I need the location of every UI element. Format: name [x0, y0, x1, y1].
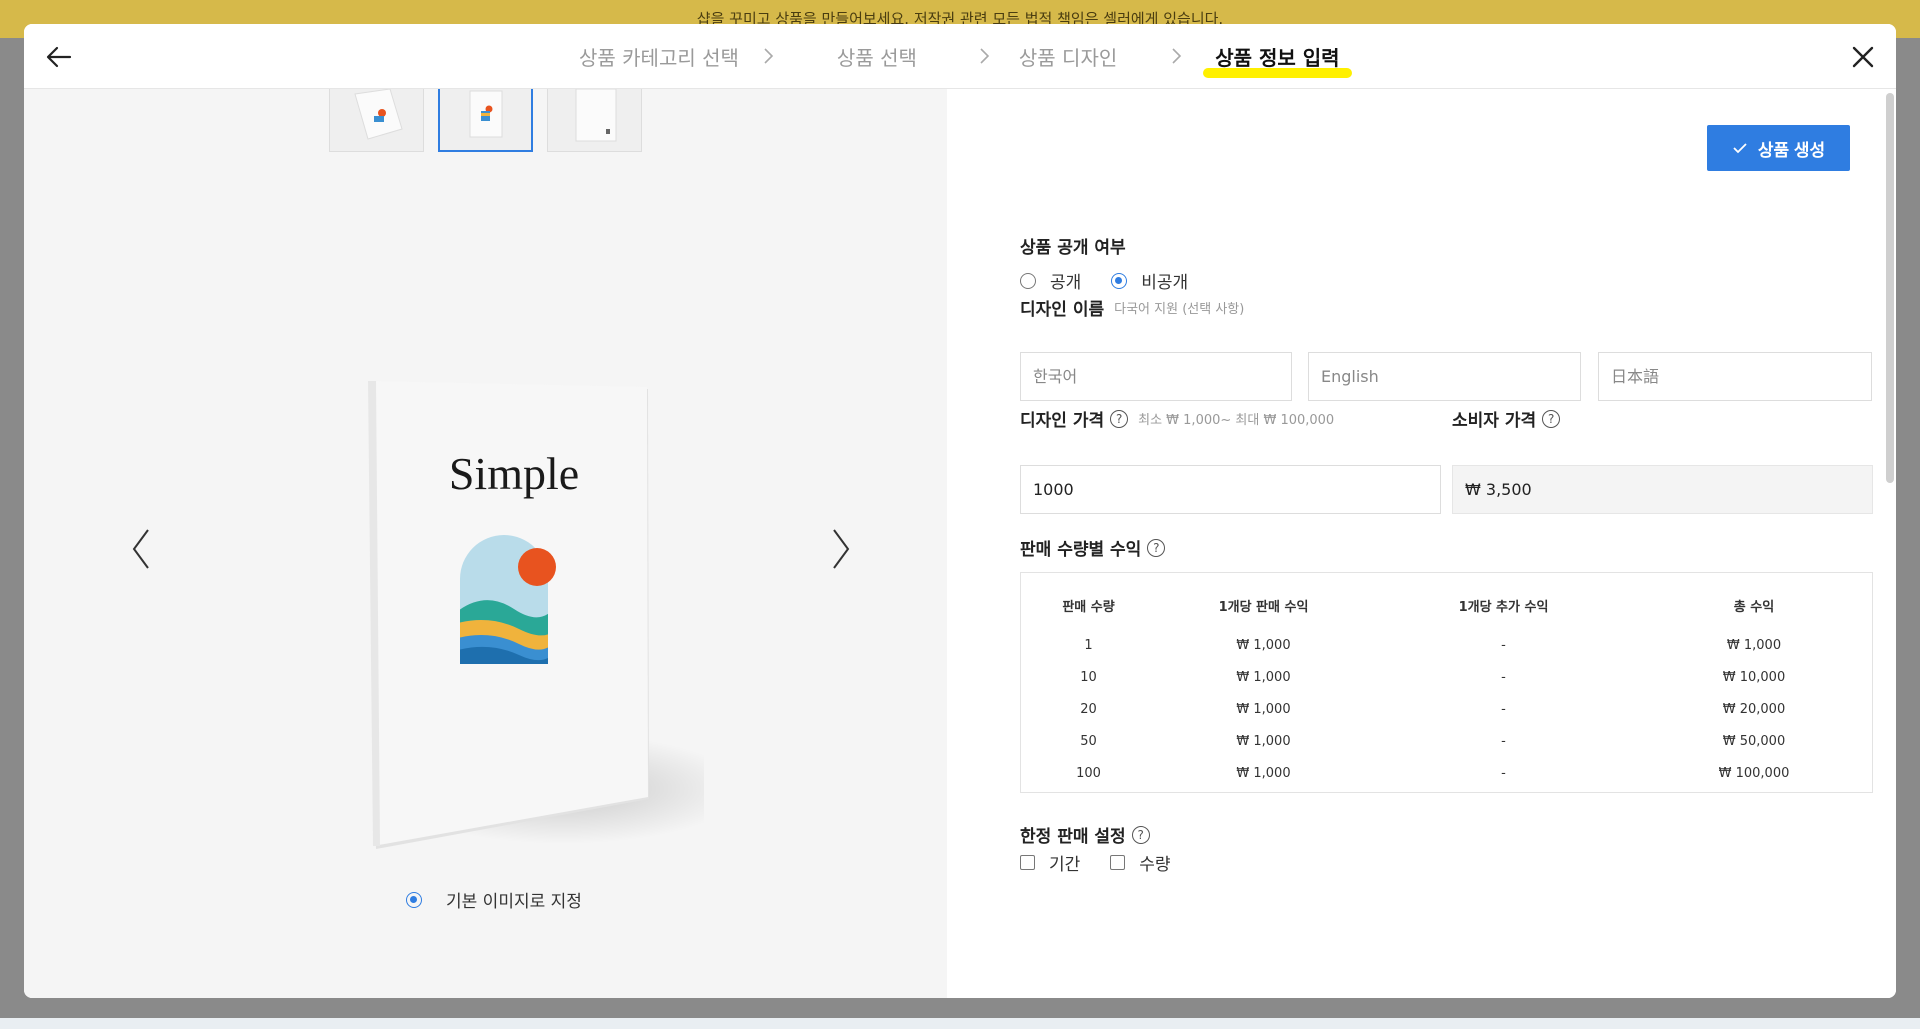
table-cell: -	[1501, 765, 1506, 781]
revenue-label: 판매 수량별 수익 ?	[1020, 535, 1166, 560]
create-product-button[interactable]: 상품 생성	[1707, 125, 1850, 171]
close-button[interactable]	[1848, 42, 1878, 72]
chevron-left-icon	[132, 529, 149, 569]
chevron-right-icon	[833, 529, 850, 569]
step-info-active: 상품 정보 입력	[1203, 42, 1352, 78]
help-icon[interactable]: ?	[1147, 538, 1166, 557]
design-name-hint: 다국어 지원 (선택 사항)	[1114, 302, 1245, 317]
table-cell: ₩ 10,000	[1722, 669, 1786, 685]
limited-period-checkbox[interactable]	[1020, 855, 1035, 870]
table-row: 10 ₩ 1,000 - ₩ 10,000	[1021, 661, 1872, 693]
table-cell: -	[1501, 669, 1506, 685]
help-icon[interactable]: ?	[1542, 409, 1561, 428]
visibility-private-radio[interactable]	[1111, 272, 1128, 289]
table-cell: 100	[1076, 765, 1101, 781]
table-cell: 50	[1080, 733, 1097, 749]
table-cell: 20	[1080, 701, 1097, 717]
table-cell: ₩ 1,000	[1236, 733, 1291, 749]
design-price-input[interactable]	[1020, 465, 1441, 514]
design-price-hint: 최소 ₩ 1,000~ 최대 ₩ 100,000	[1138, 413, 1335, 428]
chevron-right-icon	[764, 48, 774, 64]
design-name-label: 디자인 이름 다국어 지원 (선택 사항)	[1020, 300, 1245, 320]
check-icon	[1733, 143, 1747, 154]
design-price-label: 디자인 가격 ? 최소 ₩ 1,000~ 최대 ₩ 100,000	[1020, 409, 1335, 431]
preview-panel: Simple 기본 이미지로 지정	[24, 89, 947, 998]
column-header: 1개당 판매 수익	[1218, 599, 1309, 615]
thumbnail-image	[440, 89, 531, 150]
limited-period-label[interactable]: 기간	[1049, 850, 1080, 875]
table-row: 50 ₩ 1,000 - ₩ 50,000	[1021, 725, 1872, 757]
thumbnail-image	[548, 89, 641, 151]
close-icon	[1852, 46, 1874, 68]
table-cell: 1	[1084, 637, 1093, 653]
table-cell: ₩ 1,000	[1236, 765, 1291, 781]
mockup-title: Simple	[449, 448, 579, 499]
table-cell: ₩ 1,000	[1726, 637, 1782, 653]
step-product[interactable]: 상품 선택	[837, 42, 917, 71]
table-row: 20 ₩ 1,000 - ₩ 20,000	[1021, 693, 1872, 725]
form-scrollbar[interactable]	[1886, 93, 1894, 483]
table-cell: -	[1501, 637, 1506, 653]
visibility-public-radio[interactable]	[1020, 272, 1036, 289]
column-header: 1개당 추가 수익	[1458, 599, 1549, 615]
thumbnail-strip	[329, 89, 642, 152]
previous-image-button[interactable]	[126, 524, 156, 574]
table-cell: ₩ 100,000	[1718, 765, 1790, 781]
step-design[interactable]: 상품 디자인	[1019, 42, 1117, 71]
table-cell: ₩ 1,000	[1236, 637, 1291, 653]
visibility-options: 공개 비공개	[1020, 268, 1188, 293]
design-name-ko-input[interactable]	[1020, 352, 1292, 401]
default-image-label: 기본 이미지로 지정	[446, 892, 582, 912]
chevron-right-icon	[980, 48, 990, 64]
help-icon[interactable]: ?	[1131, 825, 1150, 844]
table-cell: ₩ 1,000	[1236, 701, 1291, 717]
thumbnail-3[interactable]	[547, 89, 642, 152]
limited-quantity-label[interactable]: 수량	[1139, 850, 1170, 875]
thumbnail-2-selected[interactable]	[438, 89, 533, 152]
table-cell: ₩ 1,000	[1236, 669, 1291, 685]
chevron-right-icon	[1172, 48, 1182, 64]
design-name-en-input[interactable]	[1308, 352, 1581, 401]
thumbnail-image	[330, 89, 423, 151]
default-image-radio[interactable]	[406, 891, 422, 908]
arrow-left-icon	[46, 46, 72, 68]
product-mockup-image: Simple	[368, 381, 704, 849]
visibility-label: 상품 공개 여부	[1020, 238, 1126, 258]
column-header: 판매 수량	[1062, 599, 1115, 615]
modal-header: 상품 카테고리 선택 상품 선택 상품 디자인 상품 정보 입력	[24, 24, 1896, 89]
limited-sale-options: 기간 수량	[1020, 850, 1171, 875]
table-cell: 10	[1080, 669, 1097, 685]
table-cell: -	[1501, 733, 1506, 749]
product-info-modal: 상품 카테고리 선택 상품 선택 상품 디자인 상품 정보 입력 Simple …	[24, 24, 1896, 998]
visibility-public-label[interactable]: 공개	[1050, 268, 1081, 293]
table-cell: ₩ 20,000	[1722, 701, 1786, 717]
default-image-option[interactable]: 기본 이미지로 지정	[406, 887, 582, 912]
table-header-row: 판매 수량 1개당 판매 수익 1개당 추가 수익 총 수익	[1021, 573, 1872, 629]
step-indicator: 상품 카테고리 선택 상품 선택 상품 디자인 상품 정보 입력	[579, 38, 1352, 78]
table-row: 1 ₩ 1,000 - ₩ 1,000	[1021, 629, 1872, 661]
next-image-button[interactable]	[826, 524, 856, 574]
table-cell: -	[1501, 701, 1506, 717]
visibility-private-label[interactable]: 비공개	[1141, 268, 1188, 293]
back-button[interactable]	[44, 42, 74, 72]
limited-quantity-checkbox[interactable]	[1110, 855, 1126, 870]
design-name-ja-input[interactable]	[1598, 352, 1872, 401]
help-icon[interactable]: ?	[1110, 409, 1129, 428]
thumbnail-1[interactable]	[329, 89, 424, 152]
background-footer	[0, 1018, 1920, 1029]
product-info-form: 상품 생성 상품 공개 여부 공개 비공개 디자인 이름 다국어 지원 (선택 …	[947, 89, 1896, 998]
consumer-price-field	[1452, 465, 1873, 514]
consumer-price-label: 소비자 가격 ?	[1452, 406, 1561, 431]
table-cell: ₩ 50,000	[1722, 733, 1786, 749]
limited-sale-label: 한정 판매 설정 ?	[1020, 822, 1150, 847]
revenue-table: 판매 수량 1개당 판매 수익 1개당 추가 수익 총 수익 1 ₩ 1,000…	[1020, 572, 1873, 793]
column-header: 총 수익	[1733, 599, 1775, 615]
step-category[interactable]: 상품 카테고리 선택	[579, 42, 739, 71]
table-row: 100 ₩ 1,000 - ₩ 100,000	[1021, 757, 1872, 789]
